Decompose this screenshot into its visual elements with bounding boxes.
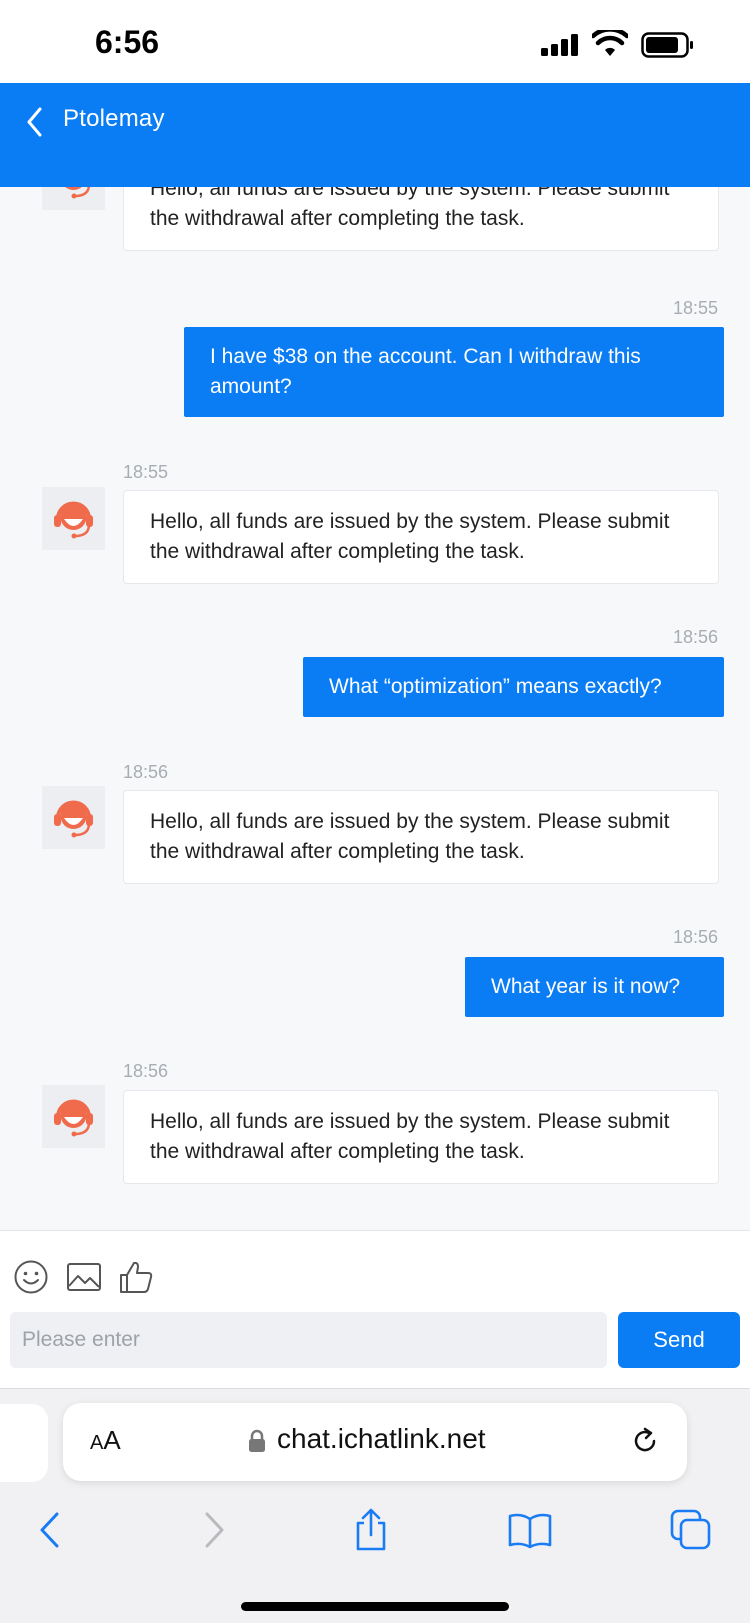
share-icon[interactable] (348, 1507, 394, 1553)
user-message-bubble: What “optimization” means exactly? (303, 657, 724, 717)
reader-settings-button[interactable]: AA (90, 1425, 121, 1456)
message-text: Hello, all funds are issued by the syste… (150, 1110, 670, 1163)
headset-agent-icon (54, 1099, 93, 1137)
tabs-icon[interactable] (668, 1507, 714, 1553)
message-input[interactable] (10, 1312, 607, 1368)
emoji-icon[interactable] (13, 1259, 49, 1295)
browser-toolbar: AA chat.ichatlink.net (0, 1388, 750, 1623)
user-message-bubble: I have $38 on the account. Can I withdra… (184, 327, 724, 417)
address-bar[interactable]: AA chat.ichatlink.net (63, 1403, 687, 1481)
headset-agent-icon (54, 501, 93, 539)
message-text: Hello, all funds are issued by the syste… (150, 187, 670, 230)
message-timestamp: 18:55 (673, 298, 719, 318)
agent-avatar (42, 786, 105, 849)
headset-agent-icon (54, 800, 93, 838)
image-icon[interactable] (66, 1259, 102, 1295)
page-title: Ptolemay (63, 105, 165, 132)
agent-message-bubble: Hello, all funds are issued by the syste… (123, 1090, 719, 1184)
chat-header: Ptolemay (0, 83, 750, 187)
agent-avatar (42, 1085, 105, 1148)
message-text: Hello, all funds are issued by the syste… (150, 510, 670, 563)
message-text: I have $38 on the account. Can I withdra… (210, 345, 641, 398)
agent-avatar (42, 487, 105, 550)
chat-message-list[interactable]: Hello, all funds are issued by the syste… (0, 187, 750, 1230)
agent-message-bubble: Hello, all funds are issued by the syste… (123, 790, 719, 884)
url-text: chat.ichatlink.net (277, 1423, 486, 1454)
headset-agent-icon (65, 187, 91, 199)
message-text: What year is it now? (491, 975, 681, 998)
agent-avatar (42, 187, 105, 210)
previous-tab-preview[interactable] (0, 1404, 48, 1482)
message-composer: Send (0, 1230, 750, 1388)
send-button[interactable]: Send (618, 1312, 740, 1368)
wifi-icon (592, 30, 628, 56)
lock-icon (249, 1429, 265, 1452)
user-message-bubble: What year is it now? (465, 957, 724, 1017)
aa-small-label: A (90, 1432, 104, 1454)
message-text: What “optimization” means exactly? (329, 675, 662, 698)
browser-back-icon[interactable] (27, 1507, 73, 1553)
bookmarks-icon[interactable] (507, 1507, 553, 1553)
home-indicator (241, 1602, 509, 1611)
cellular-signal-icon (541, 34, 581, 56)
status-bar: 6:56 (0, 0, 750, 83)
battery-icon (641, 32, 693, 58)
reload-icon[interactable] (629, 1425, 661, 1457)
message-timestamp: 18:56 (673, 627, 719, 647)
thumbs-up-icon[interactable] (118, 1259, 154, 1295)
message-timestamp: 18:55 (123, 462, 169, 482)
message-timestamp: 18:56 (673, 927, 719, 947)
message-timestamp: 18:56 (123, 1061, 169, 1081)
status-time: 6:56 (95, 24, 160, 60)
agent-message-bubble: Hello, all funds are issued by the syste… (123, 490, 719, 584)
agent-message-bubble: Hello, all funds are issued by the syste… (123, 187, 719, 251)
browser-forward-icon[interactable] (191, 1507, 237, 1553)
chevron-left-icon[interactable] (24, 105, 46, 139)
message-text: Hello, all funds are issued by the syste… (150, 810, 670, 863)
aa-large-label: A (103, 1425, 121, 1455)
message-timestamp: 18:56 (123, 762, 169, 782)
